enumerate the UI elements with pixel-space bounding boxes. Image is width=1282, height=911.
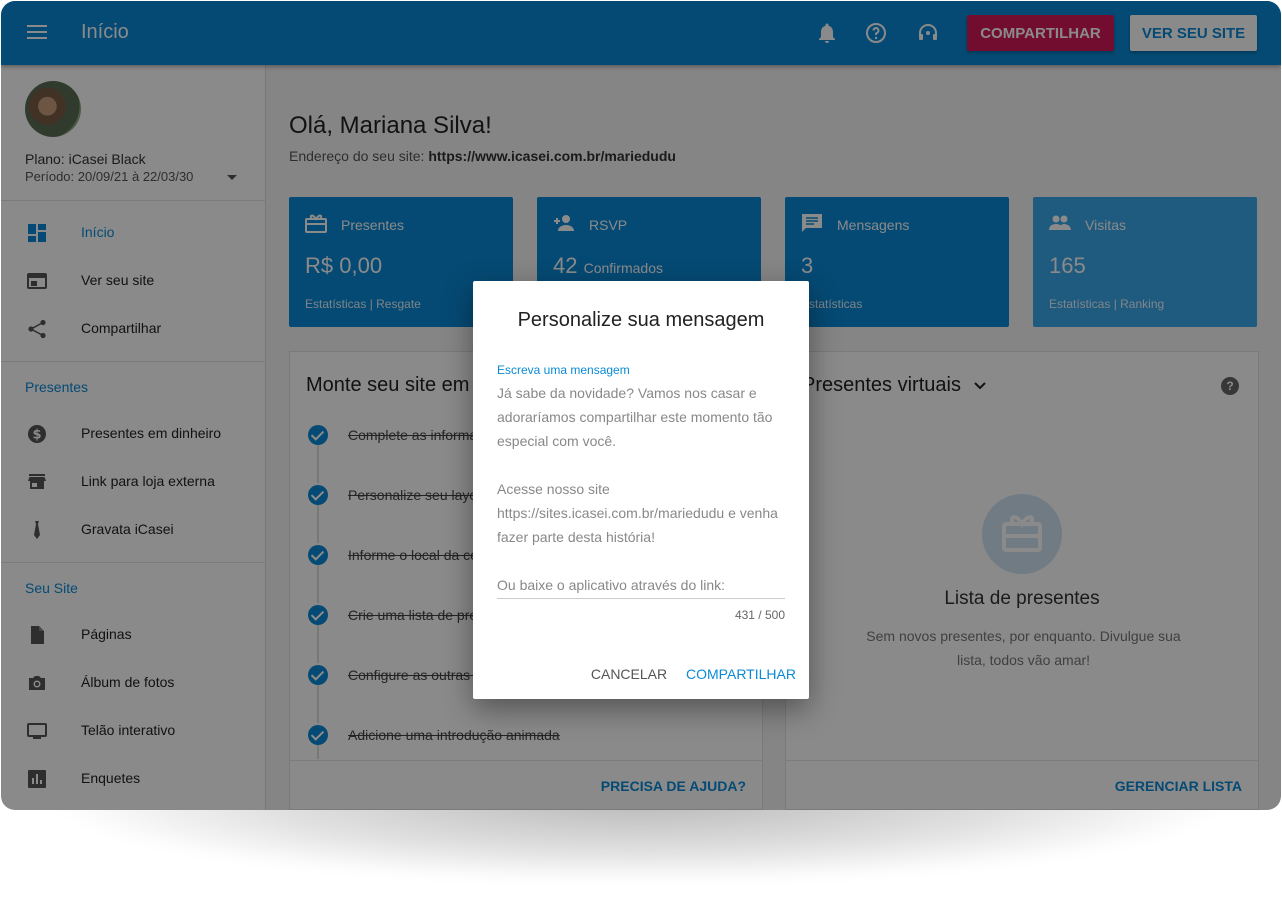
character-counter: 431 / 500 [734, 608, 785, 622]
confirm-share-button[interactable]: COMPARTILHAR [681, 657, 801, 691]
share-message-dialog: Personalize sua mensagem Escreva uma men… [473, 281, 809, 699]
dialog-title: Personalize sua mensagem [517, 309, 765, 331]
cancel-button[interactable]: CANCELAR [585, 657, 673, 691]
app-window: Início COMPARTILHAR VER SEU SITE Plano: … [1, 1, 1281, 810]
textarea-underline [497, 598, 785, 599]
message-textarea[interactable]: Já sabe da novidade? Vamos nos casar e a… [497, 381, 785, 597]
message-field-label: Escreva uma mensagem [497, 363, 630, 377]
